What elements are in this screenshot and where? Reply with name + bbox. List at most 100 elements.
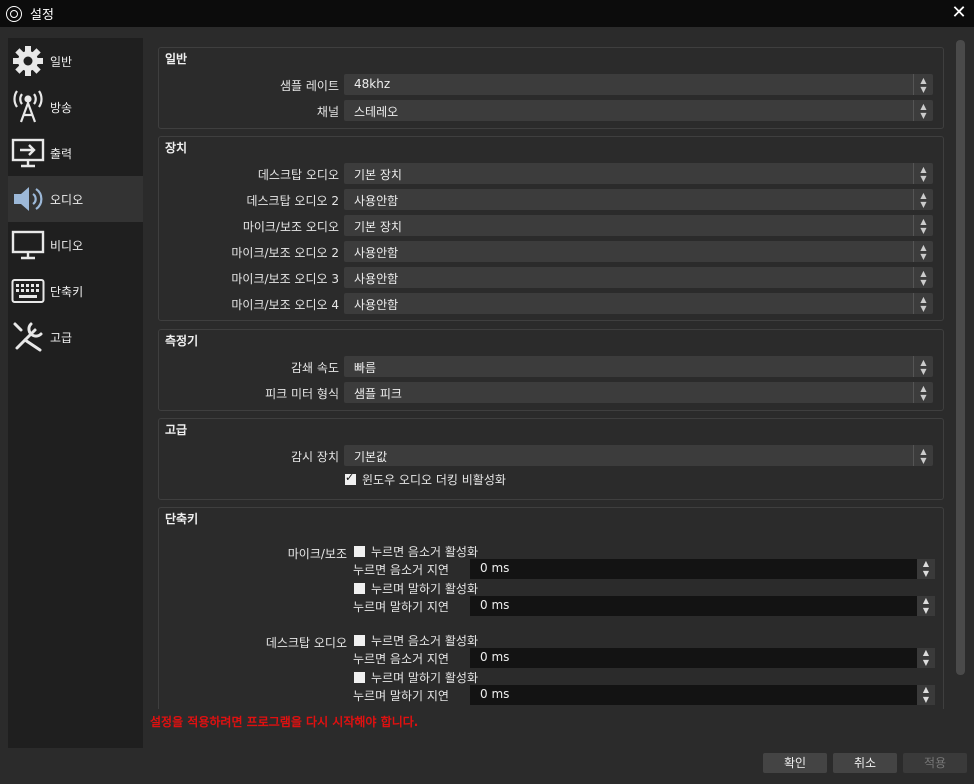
device-select[interactable]: 기본 장치 ▲ ▼ bbox=[344, 163, 933, 184]
sample-rate-select[interactable]: 48khz ▲ ▼ bbox=[344, 74, 933, 95]
gear-icon bbox=[10, 43, 46, 79]
chevron-updown-icon: ▲ ▼ bbox=[913, 356, 933, 377]
ok-button[interactable]: 확인 bbox=[763, 753, 827, 773]
push-to-mute-delay-label: 누르면 음소거 지연 bbox=[353, 652, 449, 666]
peak-label: 피크 미터 형식 bbox=[265, 387, 339, 401]
hotkey-source-label: 데스크탑 오디오 bbox=[265, 636, 347, 650]
meters-group: 측정기 감쇄 속도 빠름 ▲ ▼ 피크 미터 형식 샘플 피크 ▲ ▼ bbox=[158, 329, 944, 411]
sidebar-item-general[interactable]: 일반 bbox=[8, 38, 143, 84]
push-to-mute-delay-input[interactable]: 0 ms ▲ ▼ bbox=[470, 648, 935, 668]
ducking-checkbox[interactable]: 윈도우 오디오 더킹 비활성화 bbox=[345, 470, 506, 488]
device-row: 데스크탑 오디오 기본 장치 ▲ ▼ bbox=[159, 163, 945, 185]
group-title: 일반 bbox=[165, 52, 188, 66]
hotkey-source-label: 마이크/보조 bbox=[287, 547, 347, 561]
spin-up-icon[interactable]: ▲ bbox=[917, 685, 935, 695]
decay-select[interactable]: 빠름 ▲ ▼ bbox=[344, 356, 933, 377]
sidebar-item-hotkeys[interactable]: 단축키 bbox=[8, 268, 143, 314]
checkbox-icon bbox=[354, 583, 365, 594]
sidebar-item-label: 방송 bbox=[50, 100, 73, 115]
monitor-row: 감시 장치 기본값 ▲ ▼ bbox=[159, 445, 945, 467]
chevron-updown-icon: ▲ ▼ bbox=[913, 267, 933, 288]
push-to-mute-delay-input[interactable]: 0 ms ▲ ▼ bbox=[470, 559, 935, 579]
push-to-talk-label: 누르며 말하기 활성화 bbox=[371, 582, 478, 596]
device-label: 마이크/보조 오디오 3 bbox=[231, 272, 339, 286]
sidebar-item-output[interactable]: 출력 bbox=[8, 130, 143, 176]
sidebar-item-label: 오디오 bbox=[50, 192, 84, 207]
push-to-talk-delay-input[interactable]: 0 ms ▲ ▼ bbox=[470, 596, 935, 616]
group-title: 고급 bbox=[165, 423, 188, 437]
device-label: 데스크탑 오디오 bbox=[257, 168, 339, 182]
title-bar: 설정 ✕ bbox=[0, 0, 974, 27]
channels-row: 채널 스테레오 ▲ ▼ bbox=[159, 100, 945, 122]
sidebar-item-label: 비디오 bbox=[50, 238, 84, 253]
spin-up-icon[interactable]: ▲ bbox=[917, 596, 935, 606]
push-to-talk-delay-label: 누르며 말하기 지연 bbox=[353, 600, 449, 614]
combo-value: 사용안함 bbox=[354, 298, 399, 312]
sidebar-item-audio[interactable]: 오디오 bbox=[8, 176, 143, 222]
checkbox-icon bbox=[354, 672, 365, 683]
chevron-updown-icon: ▲ ▼ bbox=[913, 215, 933, 236]
sidebar-item-stream[interactable]: 방송 bbox=[8, 84, 143, 130]
push-to-talk-checkbox[interactable]: 누르며 말하기 활성화 bbox=[354, 580, 478, 597]
checkbox-icon bbox=[354, 546, 365, 557]
close-icon[interactable]: ✕ bbox=[948, 2, 970, 24]
checkbox-icon bbox=[354, 635, 365, 646]
chevron-updown-icon: ▲ ▼ bbox=[913, 382, 933, 403]
apply-button[interactable]: 적용 bbox=[903, 753, 967, 773]
spin-value: 0 ms bbox=[480, 650, 510, 664]
device-select[interactable]: 사용안함 ▲ ▼ bbox=[344, 267, 933, 288]
chevron-updown-icon: ▲ ▼ bbox=[913, 163, 933, 184]
chevron-updown-icon: ▲ ▼ bbox=[913, 445, 933, 466]
sample-rate-row: 샘플 레이트 48khz ▲ ▼ bbox=[159, 74, 945, 96]
combo-value: 48khz bbox=[354, 77, 391, 91]
decay-row: 감쇄 속도 빠름 ▲ ▼ bbox=[159, 356, 945, 378]
channels-select[interactable]: 스테레오 ▲ ▼ bbox=[344, 100, 933, 121]
spin-value: 0 ms bbox=[480, 687, 510, 701]
push-to-talk-checkbox[interactable]: 누르며 말하기 활성화 bbox=[354, 669, 478, 686]
device-label: 마이크/보조 오디오 bbox=[242, 220, 339, 234]
spin-up-icon[interactable]: ▲ bbox=[917, 559, 935, 569]
device-select[interactable]: 사용안함 ▲ ▼ bbox=[344, 293, 933, 314]
spin-down-icon[interactable]: ▼ bbox=[917, 569, 935, 579]
monitor-icon bbox=[10, 227, 46, 263]
settings-content: 일반 샘플 레이트 48khz ▲ ▼ 채널 스테레오 ▲ ▼ 장치 데스크탑 오디… bbox=[149, 38, 951, 709]
device-row: 마이크/보조 오디오 기본 장치 ▲ ▼ bbox=[159, 215, 945, 237]
chevron-updown-icon: ▲ ▼ bbox=[913, 241, 933, 262]
cancel-button[interactable]: 취소 bbox=[833, 753, 897, 773]
spin-down-icon[interactable]: ▼ bbox=[917, 606, 935, 616]
chevron-updown-icon: ▲ ▼ bbox=[913, 74, 933, 95]
sidebar-item-video[interactable]: 비디오 bbox=[8, 222, 143, 268]
combo-value: 스테레오 bbox=[354, 105, 399, 119]
device-select[interactable]: 사용안함 ▲ ▼ bbox=[344, 241, 933, 262]
output-icon bbox=[10, 135, 46, 171]
general-group: 일반 샘플 레이트 48khz ▲ ▼ 채널 스테레오 ▲ ▼ bbox=[158, 47, 944, 129]
monitor-select[interactable]: 기본값 ▲ ▼ bbox=[344, 445, 933, 466]
device-label: 데스크탑 오디오 2 bbox=[246, 194, 339, 208]
restart-warning: 설정을 적용하려면 프로그램을 다시 시작해야 합니다. bbox=[150, 715, 419, 729]
hotkeys-group: 단축키 마이크/보조 누르면 음소거 활성화 누르면 음소거 지연 0 ms ▲… bbox=[158, 507, 944, 709]
spin-up-icon[interactable]: ▲ bbox=[917, 648, 935, 658]
sidebar-item-label: 단축키 bbox=[50, 284, 84, 299]
push-to-talk-delay-input[interactable]: 0 ms ▲ ▼ bbox=[470, 685, 935, 705]
device-select[interactable]: 기본 장치 ▲ ▼ bbox=[344, 215, 933, 236]
group-title: 단축키 bbox=[165, 512, 199, 526]
vertical-scrollbar[interactable] bbox=[956, 40, 965, 675]
combo-value: 사용안함 bbox=[354, 194, 399, 208]
push-to-talk-label: 누르며 말하기 활성화 bbox=[371, 671, 478, 685]
sidebar-item-advanced[interactable]: 고급 bbox=[8, 314, 143, 360]
scrollbar-thumb[interactable] bbox=[956, 40, 965, 675]
push-to-mute-checkbox[interactable]: 누르면 음소거 활성화 bbox=[354, 543, 478, 560]
device-select[interactable]: 사용안함 ▲ ▼ bbox=[344, 189, 933, 210]
spin-value: 0 ms bbox=[480, 561, 510, 575]
push-to-mute-delay-label: 누르면 음소거 지연 bbox=[353, 563, 449, 577]
chevron-updown-icon: ▲ ▼ bbox=[913, 189, 933, 210]
combo-value: 기본 장치 bbox=[354, 220, 402, 234]
broadcast-icon bbox=[10, 89, 46, 125]
combo-value: 기본 장치 bbox=[354, 168, 402, 182]
sidebar-item-label: 출력 bbox=[50, 146, 73, 161]
spin-down-icon[interactable]: ▼ bbox=[917, 695, 935, 705]
spin-down-icon[interactable]: ▼ bbox=[917, 658, 935, 668]
peak-select[interactable]: 샘플 피크 ▲ ▼ bbox=[344, 382, 933, 403]
push-to-mute-checkbox[interactable]: 누르면 음소거 활성화 bbox=[354, 632, 478, 649]
device-row: 마이크/보조 오디오 4 사용안함 ▲ ▼ bbox=[159, 293, 945, 315]
